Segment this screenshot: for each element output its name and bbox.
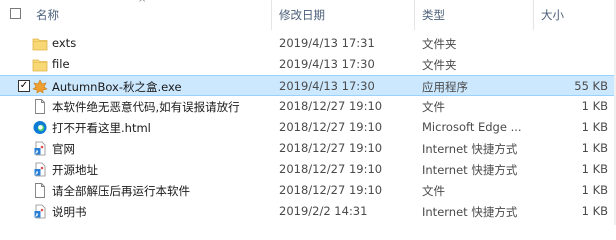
column-type-header[interactable]: 类型 — [422, 7, 445, 23]
file-name: exts — [52, 36, 77, 50]
file-type: Internet 快捷方式 — [422, 205, 518, 219]
file-name: file — [52, 57, 70, 71]
column-name-header[interactable]: 名称 — [36, 7, 59, 23]
file-row[interactable]: ✓ AutumnBox-秋之盒.exe 2019/4/13 17:30 应用程序 55 … — [0, 75, 616, 96]
file-size: 1 KB — [581, 204, 608, 218]
file-type: Microsoft Edge ... — [422, 120, 522, 134]
file-size: 1 KB — [581, 99, 608, 113]
file-modified-date: 2019/2/2 14:31 — [279, 204, 368, 218]
internet-shortcut-icon — [32, 162, 48, 177]
file-row[interactable]: 请全部解压后再运行本软件 2018/12/27 19:10 文件 1 KB — [0, 180, 616, 201]
file-size: 1 KB — [581, 120, 608, 134]
file-name: 官网 — [52, 142, 75, 156]
file-type: 文件 — [422, 100, 445, 114]
sort-ascending-icon: ^ — [138, 0, 147, 9]
file-name: 请全部解压后再运行本软件 — [52, 184, 190, 198]
file-modified-date: 2018/12/27 19:10 — [279, 120, 383, 134]
column-divider[interactable] — [533, 0, 534, 30]
column-size-header[interactable]: 大小 — [541, 7, 564, 23]
file-size: 1 KB — [581, 141, 608, 155]
file-type: Internet 快捷方式 — [422, 142, 518, 156]
folder-icon — [32, 57, 48, 72]
file-row[interactable]: file 2019/4/13 17:30 文件夹 — [0, 54, 616, 75]
file-row[interactable]: 本软件绝无恶意代码,如有误报请放行 2018/12/27 19:10 文件 1 KB — [0, 96, 616, 117]
column-divider[interactable] — [271, 0, 272, 30]
file-type: 文件 — [422, 184, 445, 198]
file-modified-date: 2018/12/27 19:10 — [279, 183, 383, 197]
internet-shortcut-icon — [32, 141, 48, 156]
file-name: 开源地址 — [52, 163, 98, 177]
file-modified-date: 2019/4/13 17:30 — [279, 57, 375, 71]
file-modified-date: 2018/12/27 19:10 — [279, 99, 383, 113]
file-type: 文件夹 — [422, 58, 457, 72]
file-row[interactable]: 开源地址 2018/12/27 19:10 Internet 快捷方式 1 KB — [0, 159, 616, 180]
file-modified-date: 2018/12/27 19:10 — [279, 162, 383, 176]
file-size: 1 KB — [581, 183, 608, 197]
file-type: 应用程序 — [422, 80, 468, 94]
file-name: 打不开看这里.html — [52, 121, 151, 135]
select-all-checkbox[interactable] — [10, 8, 21, 19]
file-type: 文件夹 — [422, 37, 457, 51]
file-name: 说明书 — [52, 205, 87, 219]
file-modified-date: 2019/4/13 17:30 — [279, 79, 375, 93]
file-name: 本软件绝无恶意代码,如有误报请放行 — [52, 100, 240, 114]
file-row[interactable]: 打不开看这里.html 2018/12/27 19:10 Microsoft Edg… — [0, 117, 616, 138]
file-name: AutumnBox-秋之盒.exe — [52, 80, 182, 94]
file-modified-date: 2018/12/27 19:10 — [279, 141, 383, 155]
file-size: 1 KB — [581, 162, 608, 176]
file-modified-date: 2019/4/13 17:31 — [279, 36, 375, 50]
file-row[interactable]: 官网 2018/12/27 19:10 Internet 快捷方式 1 KB — [0, 138, 616, 159]
file-row[interactable]: exts 2019/4/13 17:31 文件夹 — [0, 33, 616, 54]
column-header: ^ 名称 修改日期 类型 大小 — [0, 0, 616, 30]
column-date-header[interactable]: 修改日期 — [279, 7, 325, 23]
edge-icon — [32, 120, 48, 135]
file-icon — [32, 99, 48, 114]
file-row[interactable]: 说明书 2019/2/2 14:31 Internet 快捷方式 1 KB — [0, 201, 616, 222]
autumnbox-app-icon — [32, 79, 48, 94]
internet-shortcut-icon — [32, 204, 48, 219]
file-size: 55 KB — [574, 79, 608, 93]
folder-icon — [32, 36, 48, 51]
file-type: Internet 快捷方式 — [422, 163, 518, 177]
file-icon — [32, 183, 48, 198]
row-checkbox[interactable]: ✓ — [18, 80, 30, 92]
column-divider[interactable] — [414, 0, 415, 30]
